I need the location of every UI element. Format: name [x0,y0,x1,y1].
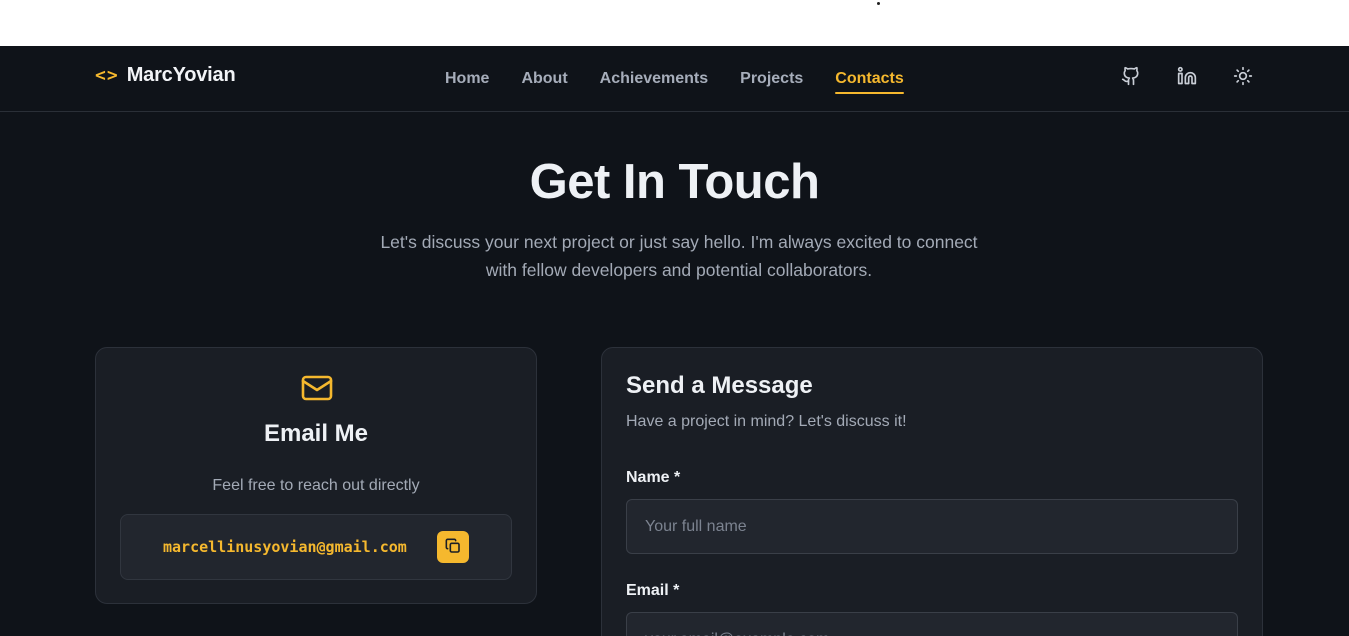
name-label: Name * [626,469,681,486]
email-label: Email * [626,582,680,599]
email-card-title: Email Me [263,420,369,447]
app-root: <> MarcYovian Home About Achievements Pr… [0,46,1349,636]
form-title: Send a Message [626,372,813,399]
form-subtitle: Have a project in mind? Let's discuss it… [626,413,907,430]
email-input[interactable] [626,612,1238,636]
nav-links: Home About Achievements Projects Contact… [445,46,905,112]
email-address[interactable]: marcellinusyovian@gmail.com [163,538,407,556]
sun-icon[interactable] [1233,66,1253,86]
nav-link-contacts[interactable]: Contacts [835,58,905,100]
linkedin-icon[interactable] [1177,66,1197,86]
code-brackets-icon: <> [95,65,119,86]
email-card: Email Me Feel free to reach out directly… [95,347,537,604]
name-input[interactable] [626,499,1238,554]
email-address-box: marcellinusyovian@gmail.com [120,514,512,580]
nav-icons [1121,66,1253,86]
brand-logo[interactable]: <> MarcYovian [95,64,236,87]
message-form: Send a Message Have a project in mind? L… [601,347,1263,636]
nav-link-about[interactable]: About [521,58,567,100]
brand-name: MarcYovian [126,64,236,86]
github-icon[interactable] [1121,66,1141,86]
nav-link-projects[interactable]: Projects [740,58,803,100]
page-subtitle: Let's discuss your next project or just … [380,232,978,280]
navbar: <> MarcYovian Home About Achievements Pr… [0,46,1349,112]
copy-icon [445,538,461,557]
nav-link-achievements[interactable]: Achievements [600,58,709,100]
browser-top-strip [0,0,1349,46]
email-card-description: Feel free to reach out directly [212,477,420,494]
page-title: Get In Touch [529,155,820,209]
dot-marker [877,2,880,5]
nav-link-home[interactable]: Home [445,58,489,100]
copy-email-button[interactable] [437,531,469,563]
mail-icon [300,374,334,402]
